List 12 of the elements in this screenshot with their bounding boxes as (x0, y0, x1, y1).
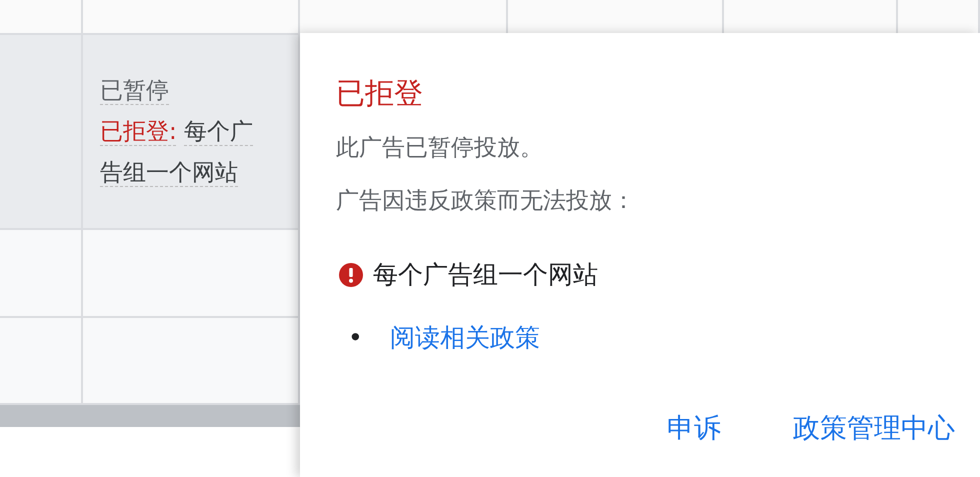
violation-text: 每个广告组一个网站 (373, 259, 598, 291)
policy-link[interactable]: 阅读相关政策 (390, 323, 540, 352)
action-button[interactable]: 申诉 (667, 410, 721, 446)
status-text[interactable]: 已暂停 (100, 78, 169, 104)
popup-text: 广告因违反政策而无法投放： (336, 187, 636, 216)
action-button[interactable]: 政策管理中心 (793, 410, 955, 446)
error-icon (339, 262, 363, 286)
popup-title: 已拒登 (336, 75, 424, 112)
scrollbar[interactable] (0, 405, 300, 427)
status-text[interactable]: 已拒登: 每个广告组一个网站 (100, 112, 268, 194)
popup-text: 此广告已暂停投放。 (336, 134, 544, 163)
bullet: • (348, 323, 364, 352)
